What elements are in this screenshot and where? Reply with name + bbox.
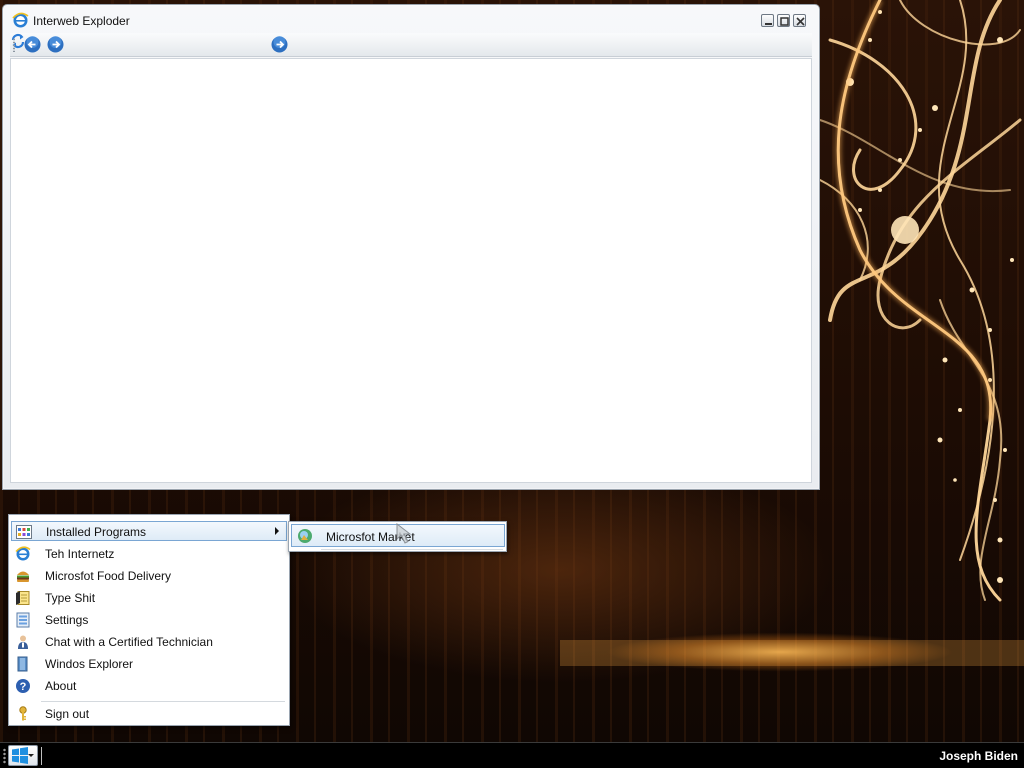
go-button[interactable]: [271, 36, 288, 53]
forward-button[interactable]: [47, 36, 64, 53]
menu-item-label: Microsfot Food Delivery: [45, 569, 172, 583]
folder-icon: [17, 656, 28, 672]
menu-item-chat-technician[interactable]: Chat with a Certified Technician: [11, 632, 287, 652]
chevron-down-icon: [28, 754, 34, 757]
ie-icon: [15, 546, 31, 561]
window-title: Interweb Exploder: [33, 14, 130, 28]
menu-item-label: Windos Explorer: [45, 657, 134, 671]
close-button[interactable]: [793, 14, 806, 27]
menu-item-label: Sign out: [45, 707, 90, 721]
menu-item-type-shit[interactable]: Type Shit: [11, 588, 287, 608]
windows-logo-icon: [12, 747, 28, 764]
settings-icon: [16, 612, 30, 628]
minimize-button[interactable]: [761, 14, 774, 27]
menu-item-label: Settings: [45, 613, 89, 627]
user-name[interactable]: Joseph Biden: [939, 749, 1018, 763]
notepad-icon: [16, 591, 30, 605]
taskbar: Joseph Biden: [0, 742, 1024, 768]
menu-item-food-delivery[interactable]: Microsfot Food Delivery: [11, 566, 287, 586]
burger-icon: [17, 571, 29, 582]
minimize-icon: [765, 23, 772, 25]
submenu-arrow-icon: [275, 527, 279, 535]
menu-item-about[interactable]: ? About: [11, 676, 287, 696]
menu-item-settings[interactable]: Settings: [11, 610, 287, 630]
navigation-toolbar: [10, 33, 812, 57]
title-bar[interactable]: Interweb Exploder: [3, 5, 819, 33]
market-icon: [298, 529, 312, 543]
programs-grid-icon: [16, 525, 32, 539]
start-button[interactable]: [8, 745, 38, 766]
toolbar-grip[interactable]: [13, 38, 15, 52]
back-button[interactable]: [24, 36, 41, 53]
menu-item-label: Type Shit: [45, 591, 96, 605]
browser-window: Interweb Exploder: [2, 4, 820, 490]
menu-item-teh-internetz[interactable]: Teh Internetz: [11, 544, 287, 564]
menu-item-windos-explorer[interactable]: Windos Explorer: [11, 654, 287, 674]
technician-icon: [18, 635, 28, 649]
maximize-button[interactable]: [777, 14, 790, 27]
menu-item-installed-programs[interactable]: Installed Programs: [11, 521, 287, 541]
svg-text:?: ?: [20, 681, 27, 693]
browser-viewport[interactable]: [10, 58, 812, 483]
taskbar-divider: [41, 747, 42, 765]
menu-item-label: About: [45, 679, 77, 693]
maximize-icon: [780, 17, 789, 26]
menu-item-label: Chat with a Certified Technician: [45, 635, 213, 649]
menu-separator: [41, 701, 285, 702]
menu-item-sign-out[interactable]: Sign out: [11, 704, 287, 724]
help-icon: ?: [16, 679, 30, 693]
mouse-cursor-icon: [396, 523, 412, 544]
menu-item-label: Teh Internetz: [45, 547, 115, 561]
submenu-divider: [321, 549, 503, 550]
start-menu: Installed Programs Teh Internetz Microsf…: [8, 514, 290, 726]
menu-item-label: Installed Programs: [46, 525, 147, 539]
taskbar-grip[interactable]: [3, 748, 6, 764]
ie-icon: [12, 12, 29, 28]
close-icon: [796, 17, 805, 26]
key-icon: [19, 706, 27, 721]
